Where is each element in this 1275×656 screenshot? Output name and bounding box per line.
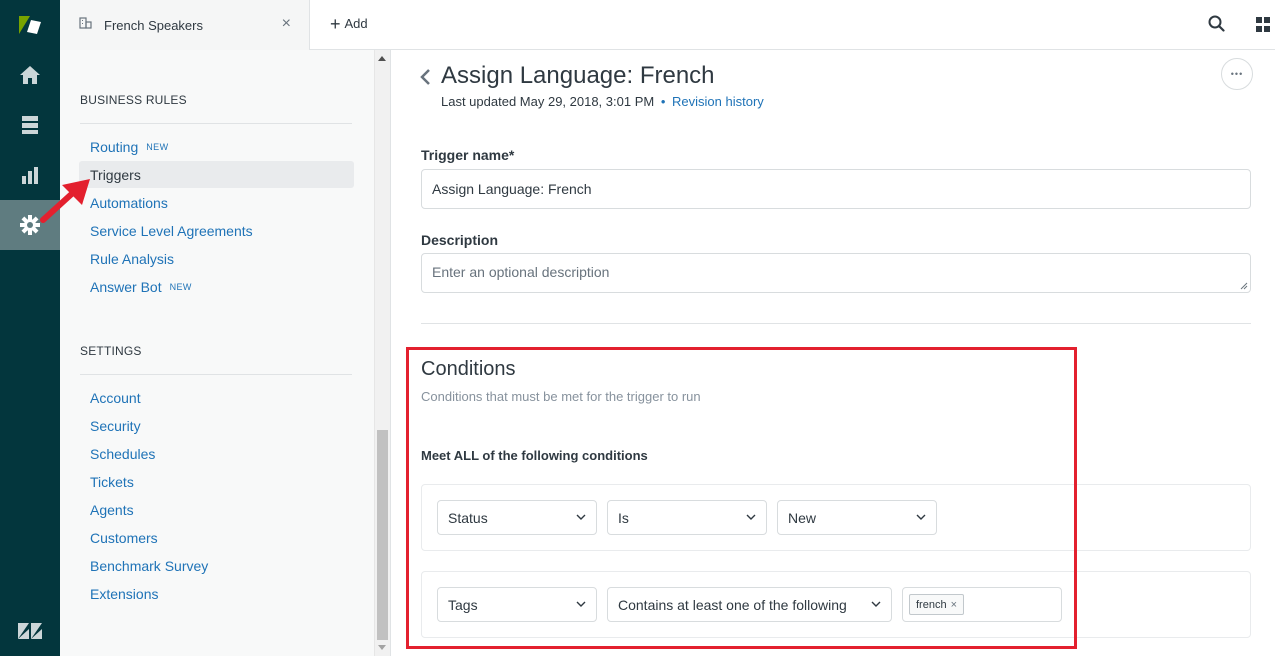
sidebar-item-account[interactable]: Account [79,384,354,411]
admin-sidebar: BUSINESS RULES Routing NEW Triggers Auto… [60,50,374,656]
sidebar-item-sla[interactable]: Service Level Agreements [79,217,354,244]
sidebar-item-automations[interactable]: Automations [79,189,354,216]
last-updated-text: Last updated May 29, 2018, 3:01 PM [441,94,655,109]
sidebar-item-triggers[interactable]: Triggers [79,161,354,188]
sidebar-item-rule-analysis[interactable]: Rule Analysis [79,245,354,272]
sidebar-item-label: Security [90,417,141,434]
sidebar-item-label: Account [90,389,141,406]
more-icon: ••• [1230,69,1244,79]
annotation-arrow-icon [40,179,90,223]
description-placeholder: Enter an optional description [432,264,610,280]
sidebar-item-customers[interactable]: Customers [79,524,354,551]
resize-grip-icon[interactable] [1240,282,1248,290]
page-title: Assign Language: French [441,62,715,89]
close-tab-icon[interactable]: × [282,15,291,33]
tab-french-speakers[interactable]: French Speakers × [60,0,310,50]
sidebar-item-agents[interactable]: Agents [79,496,354,523]
sidebar-item-benchmark-survey[interactable]: Benchmark Survey [79,552,354,579]
sidebar-item-label: Customers [90,529,158,546]
new-badge: NEW [169,281,192,292]
sidebar-item-answer-bot[interactable]: Answer Bot NEW [79,273,354,300]
sidebar-item-label: Routing [90,138,139,155]
sidebar-item-label: Benchmark Survey [90,557,209,574]
product-rail [0,0,60,656]
apps-grid-icon[interactable] [1256,17,1270,38]
sidebar-item-label: Extensions [90,585,159,602]
trigger-name-label: Trigger name* [421,147,515,163]
sidebar-item-label: Service Level Agreements [90,222,253,239]
more-options-button[interactable]: ••• [1221,58,1253,90]
zendesk-z-icon[interactable] [0,606,60,656]
top-bar: French Speakers × + Add [60,0,1275,50]
add-label: Add [344,16,368,31]
building-icon [79,16,92,34]
sidebar-item-label: Agents [90,501,134,518]
sidebar-item-label: Tickets [90,473,134,490]
annotation-highlight-box [406,347,1077,649]
sidebar-item-label: Triggers [90,166,141,183]
home-icon[interactable] [0,50,60,100]
search-icon[interactable] [1208,15,1225,37]
scroll-up-icon[interactable] [378,56,386,61]
divider [80,123,352,124]
trigger-name-input[interactable] [421,169,1251,209]
settings-heading: SETTINGS [80,344,142,358]
sidebar-item-label: Rule Analysis [90,250,175,267]
sidebar-item-label: Automations [90,194,168,211]
tab-label: French Speakers [104,17,203,33]
sidebar-item-security[interactable]: Security [79,412,354,439]
revision-history-link[interactable]: Revision history [672,94,764,109]
views-icon[interactable] [0,100,60,150]
last-updated: Last updated May 29, 2018, 3:01 PM • Rev… [441,94,764,109]
sidebar-scrollbar[interactable] [374,50,390,656]
divider [421,323,1251,324]
sidebar-item-schedules[interactable]: Schedules [79,440,354,467]
sidebar-item-routing[interactable]: Routing NEW [79,133,354,160]
plus-icon: + [330,13,341,34]
scroll-thumb[interactable] [377,430,388,640]
sidebar-item-tickets[interactable]: Tickets [79,468,354,495]
description-label: Description [421,232,499,248]
back-chevron-icon[interactable] [419,68,431,91]
divider [80,374,352,375]
sidebar-item-label: Answer Bot [90,278,162,295]
separator-dot: • [660,94,666,109]
new-badge: NEW [146,141,169,152]
sidebar-item-extensions[interactable]: Extensions [79,580,354,607]
add-button[interactable]: + Add [330,13,368,34]
zendesk-logo-icon[interactable] [0,0,60,50]
business-rules-heading: BUSINESS RULES [80,93,187,107]
description-textarea[interactable]: Enter an optional description [421,253,1251,293]
scroll-down-icon[interactable] [378,645,386,650]
sidebar-item-label: Schedules [90,445,156,462]
